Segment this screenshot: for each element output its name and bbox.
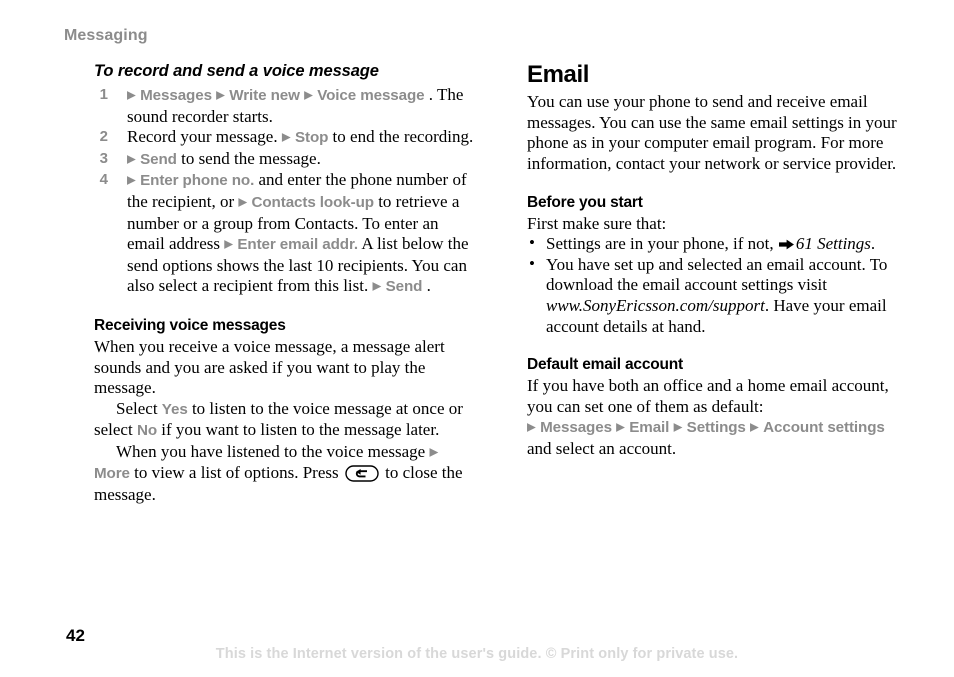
- menu-arrow-icon: ▶: [216, 89, 226, 102]
- body-text: Settings are in your phone, if not,: [546, 234, 778, 254]
- menu-arrow-icon: ▶: [127, 153, 136, 166]
- default-menu-path: ▶ Messages ▶ Email ▶ Settings ▶ Account …: [527, 417, 899, 439]
- receiving-voice-messages-heading: Receiving voice messages: [94, 316, 286, 334]
- ui-command-label: Messages: [540, 419, 612, 437]
- receiving-paragraph-1: When you receive a voice message, a mess…: [94, 336, 445, 398]
- emphasis-text: www.SonyEricsson.com/support: [546, 295, 765, 315]
- ui-command-label: Enter email addr.: [237, 236, 359, 254]
- step-text: Record your message. ▶ Stop to end the r…: [127, 127, 473, 146]
- step-text: ▶ Send to send the message.: [127, 149, 321, 168]
- step-text: ▶ Enter phone no. and enter the phone nu…: [127, 170, 469, 295]
- before-you-start-intro: First make sure that:: [527, 213, 667, 233]
- ui-command-label: Voice message: [317, 87, 425, 104]
- menu-arrow-icon: ▶: [527, 421, 536, 434]
- step-number: 1: [99, 86, 108, 103]
- bullet-icon: •: [529, 253, 535, 273]
- ui-command-label: Send: [140, 150, 177, 168]
- ui-command-label: Settings: [686, 419, 746, 437]
- ui-command-label: Write new: [229, 87, 300, 104]
- step-text: ▶ Messages ▶ Write new ▶ Voice message .…: [127, 85, 463, 126]
- ui-command-label: Account settings: [763, 419, 885, 437]
- ui-command-label: No: [136, 422, 157, 440]
- menu-arrow-icon: ▶: [673, 421, 683, 434]
- body-text: to end the recording.: [332, 127, 474, 147]
- menu-arrow-icon: ▶: [372, 280, 382, 293]
- procedure-step-list: 1 ▶ Messages ▶ Write new ▶ Voice message …: [94, 85, 474, 298]
- ui-command-label: Contacts look-up: [251, 193, 375, 211]
- before-you-start-heading: Before you start: [527, 193, 643, 211]
- ui-command-label: Email: [629, 419, 670, 437]
- list-item-text: You have set up and selected an email ac…: [546, 255, 887, 336]
- body-text: .: [870, 234, 876, 254]
- procedure-step: 2 Record your message. ▶ Stop to end the …: [94, 127, 474, 149]
- ui-command-label: More: [94, 465, 130, 482]
- body-text: When you have listened to the voice mess…: [116, 441, 430, 461]
- procedure-heading: To record and send a voice message: [94, 62, 379, 80]
- procedure-step: 4 ▶ Enter phone no. and enter the phone n…: [94, 170, 474, 298]
- menu-arrow-icon: ▶: [127, 89, 136, 102]
- receiving-paragraph-3: When you have listened to the voice mess…: [94, 442, 474, 505]
- step-number: 3: [99, 149, 108, 167]
- default-paragraph-1: If you have both an office and a home em…: [527, 376, 889, 416]
- receiving-paragraph-2: Select Yes to listen to the voice messag…: [94, 399, 474, 442]
- cross-reference-arrow-icon: [778, 239, 794, 250]
- procedure-step: 3 ▶ Send to send the message.: [94, 149, 474, 171]
- body-text: You have set up and selected an email ac…: [546, 254, 888, 295]
- body-text: if you want to listen to the message lat…: [161, 420, 440, 440]
- step-number: 2: [99, 128, 108, 146]
- menu-arrow-icon: ▶: [281, 131, 291, 144]
- footer-watermark-notice: This is the Internet version of the user…: [215, 646, 739, 662]
- manual-page: Messaging To record and send a voice mes…: [0, 0, 954, 677]
- procedure-step: 1 ▶ Messages ▶ Write new ▶ Voice message …: [94, 85, 474, 127]
- menu-arrow-icon: ▶: [127, 174, 136, 187]
- menu-arrow-icon: ▶: [429, 446, 439, 459]
- body-text: Select: [116, 398, 162, 418]
- left-column: To record and send a voice message 1 ▶ Me…: [94, 62, 474, 505]
- body-text: to send the message.: [181, 148, 321, 168]
- body-text: .: [426, 276, 431, 296]
- list-item: • You have set up and selected an email a…: [527, 253, 899, 337]
- ui-command-label: Send: [385, 278, 423, 296]
- running-head: Messaging: [64, 27, 148, 44]
- right-column: Email You can use your phone to send and…: [527, 62, 899, 460]
- before-you-start-bullets: • Settings are in your phone, if not, 61 …: [527, 233, 899, 337]
- back-key-icon: [345, 465, 379, 482]
- body-text: Record your message.: [127, 127, 282, 147]
- default-paragraph-3: and select an account.: [527, 438, 677, 458]
- page-number: 42: [66, 626, 85, 645]
- step-number: 4: [99, 171, 108, 189]
- body-text: to view a list of options. Press: [134, 463, 343, 482]
- email-intro-paragraph: You can use your phone to send and recei…: [527, 92, 897, 173]
- ui-command-label: Yes: [161, 400, 188, 418]
- emphasis-text: 61 Settings: [795, 234, 871, 254]
- menu-arrow-icon: ▶: [238, 196, 248, 209]
- menu-arrow-icon: ▶: [304, 89, 313, 102]
- menu-arrow-icon: ▶: [750, 421, 759, 434]
- ui-command-label: Enter phone no.: [140, 172, 255, 190]
- ui-command-label: Stop: [294, 129, 329, 147]
- menu-arrow-icon: ▶: [224, 238, 234, 251]
- list-item-text: Settings are in your phone, if not, 61 S…: [546, 234, 875, 253]
- list-item: • Settings are in your phone, if not, 61 …: [527, 233, 899, 255]
- email-section-title: Email: [527, 61, 590, 88]
- ui-command-label: Messages: [140, 87, 212, 104]
- default-email-account-heading: Default email account: [527, 356, 684, 374]
- bullet-icon: •: [529, 233, 535, 253]
- menu-arrow-icon: ▶: [616, 421, 626, 434]
